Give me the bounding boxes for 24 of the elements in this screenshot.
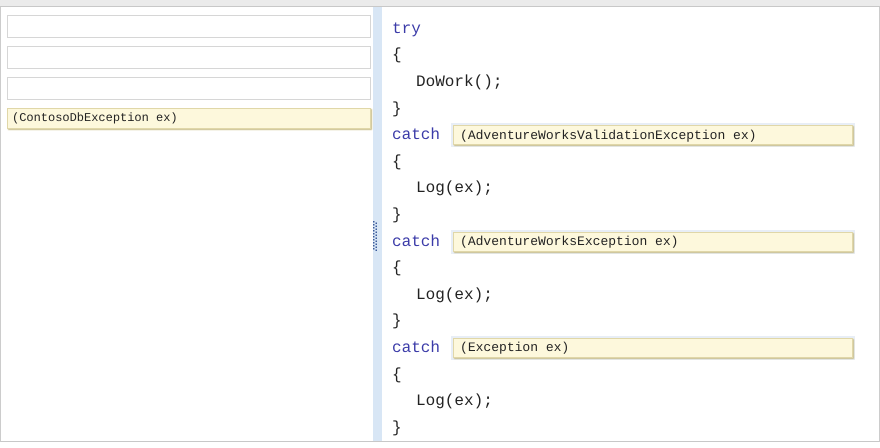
code-statement: Log(ex); (416, 286, 493, 304)
code-brace: { (392, 259, 402, 278)
empty-answer-slot[interactable] (7, 46, 371, 68)
code-statement: Log(ex); (416, 392, 493, 410)
empty-answer-slot[interactable] (7, 14, 371, 38)
code-brace: { (392, 366, 402, 384)
code-brace: } (392, 312, 402, 330)
code-keyword: catch (392, 126, 440, 144)
code-brace: } (392, 100, 402, 118)
code-brace: } (392, 206, 402, 224)
code-brace: { (392, 152, 402, 171)
answer-tile[interactable]: (AdventureWorksValidationException ex) (453, 125, 854, 146)
empty-answer-slot[interactable] (7, 76, 371, 100)
answer-tile[interactable]: (AdventureWorksException ex) (453, 232, 854, 252)
code-brace: { (392, 46, 402, 64)
code-keyword: catch (392, 338, 440, 357)
code-brace: } (392, 418, 402, 437)
answer-tile[interactable]: (Exception ex) (453, 338, 854, 358)
code-statement: DoWork(); (416, 72, 502, 91)
code-keyword: catch (392, 232, 440, 251)
grip-icon[interactable] (373, 220, 377, 251)
code-keyword: try (392, 20, 421, 38)
code-statement: Log(ex); (416, 179, 493, 198)
answer-tile[interactable]: (ContosoDbException ex) (7, 108, 371, 128)
